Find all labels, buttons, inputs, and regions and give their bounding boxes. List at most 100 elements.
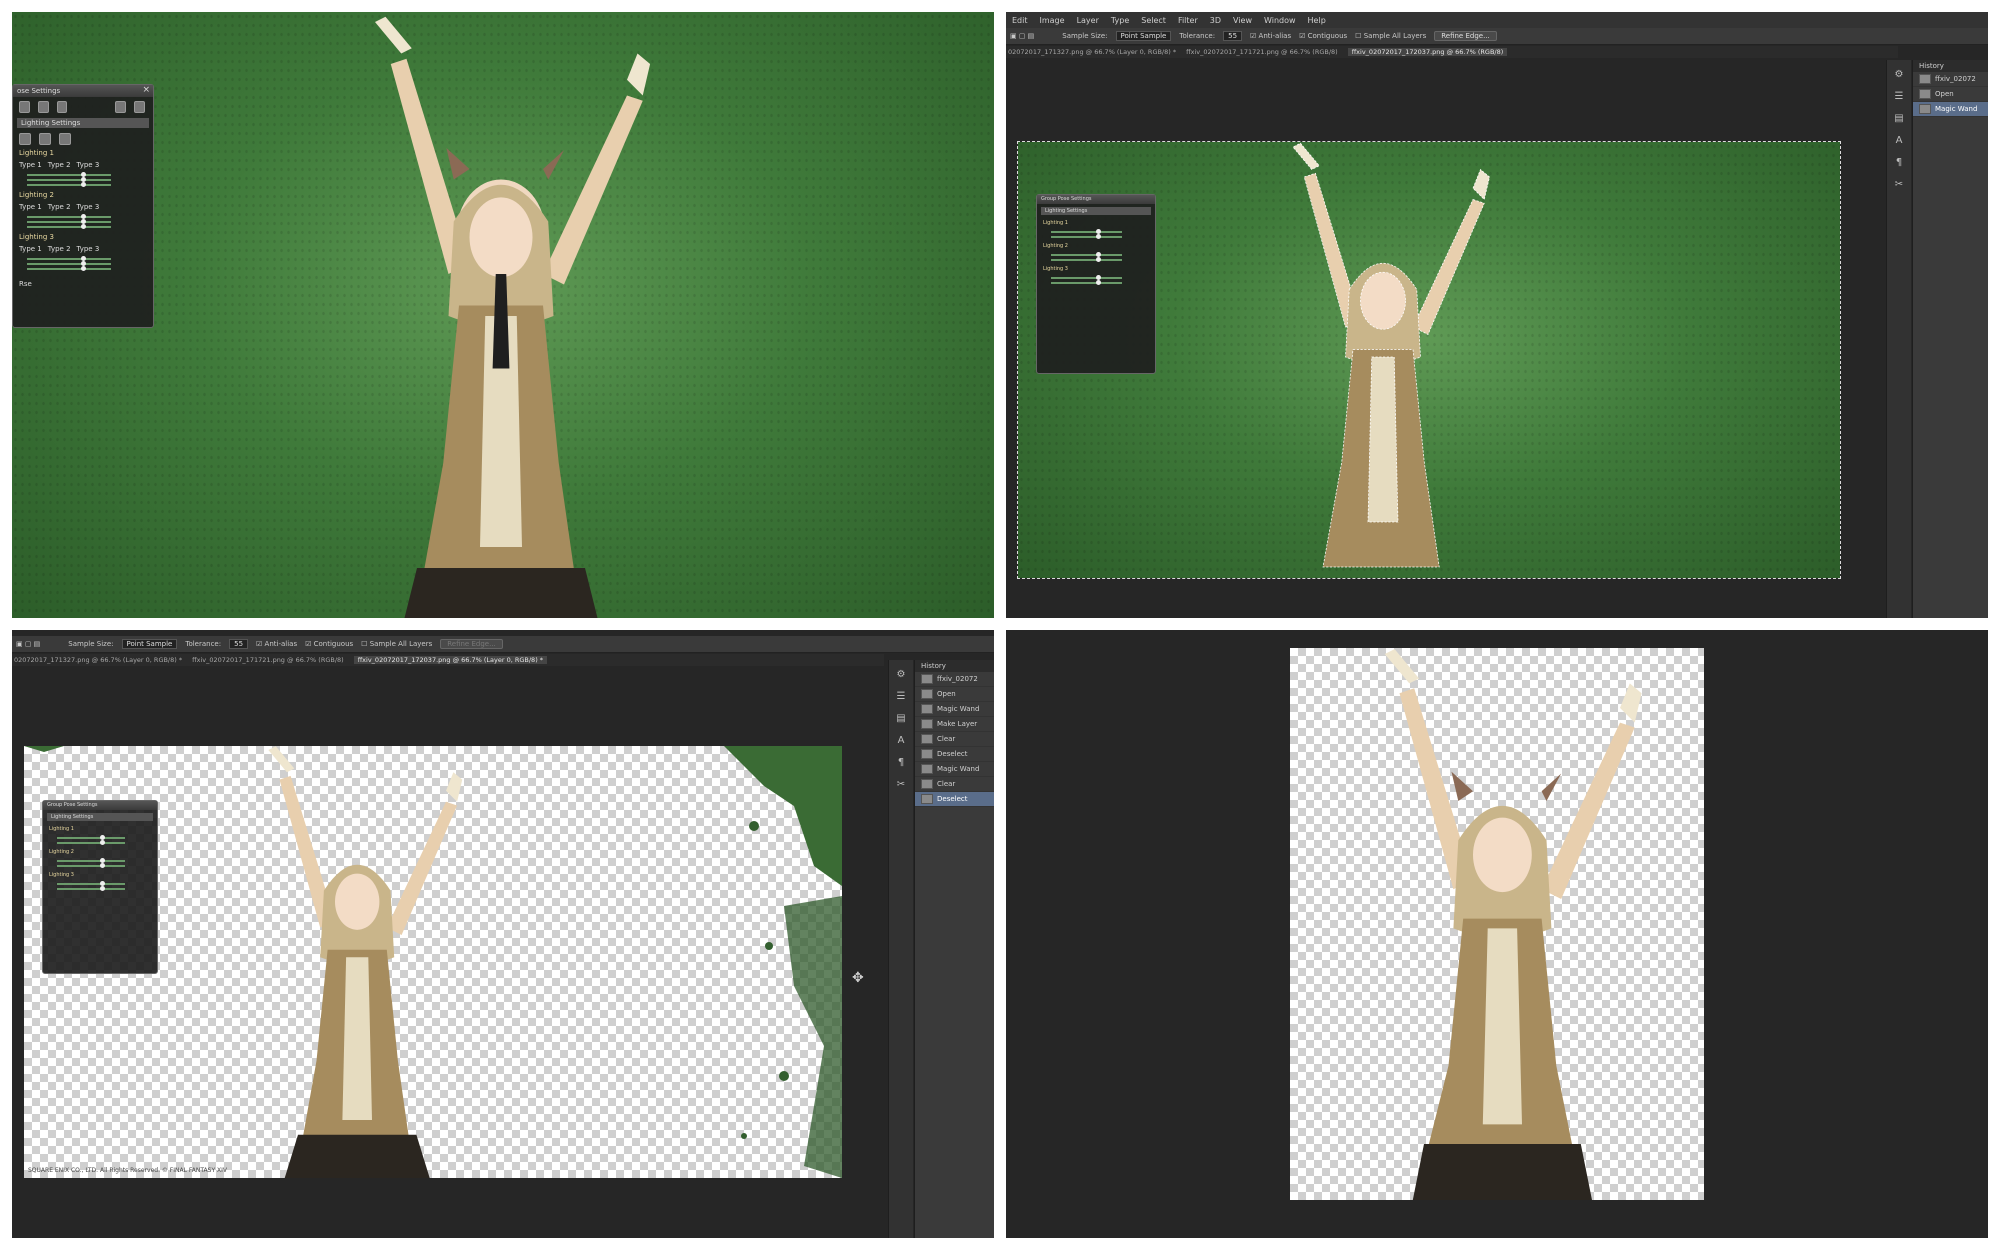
selection-mode-icon[interactable]: ▣ ▢ ▤: [1010, 32, 1034, 40]
menu-edit[interactable]: Edit: [1012, 16, 1028, 25]
menu-image[interactable]: Image: [1040, 16, 1065, 25]
sample-size-select[interactable]: Point Sample: [1115, 31, 1172, 41]
menu-layer[interactable]: Layer: [1077, 16, 1099, 25]
layers-icon[interactable]: ▤: [1892, 112, 1906, 126]
doc-tab-3[interactable]: ffxiv_02072017_172037.png @ 66.7% (RGB/8…: [1347, 48, 1508, 56]
panel-photoshop-selection: Edit Image Layer Type Select Filter 3D V…: [1006, 12, 1988, 618]
history-step[interactable]: Magic Wand: [915, 762, 994, 777]
radio-type-1[interactable]: Type 1: [19, 161, 42, 169]
menu-3d[interactable]: 3D: [1210, 16, 1221, 25]
refine-edge-button[interactable]: Refine Edge...: [440, 639, 503, 649]
close-icon[interactable]: ×: [142, 85, 150, 95]
canvas-transparent[interactable]: Group Pose Settings Lighting Settings Li…: [24, 746, 842, 1178]
character-icon[interactable]: A: [1892, 134, 1906, 148]
history-snapshot[interactable]: ffxiv_02072: [915, 672, 994, 687]
history-step[interactable]: Magic Wand: [915, 702, 994, 717]
group-pose-settings-window[interactable]: ose Settings × Lighting Settings Lightin…: [12, 84, 154, 328]
doc-tab-2[interactable]: ffxiv_02072017_171721.png @ 66.7% (RGB/8…: [192, 656, 344, 664]
character-figure: [375, 16, 651, 618]
doc-tab-1[interactable]: 02072017_171327.png @ 66.7% (Layer 0, RG…: [14, 656, 182, 664]
light-icon-3[interactable]: [59, 133, 71, 145]
radio-type-2[interactable]: Type 2: [48, 203, 71, 211]
pose-icon-3[interactable]: [56, 101, 68, 113]
radio-type-3[interactable]: Type 3: [77, 203, 100, 211]
canvas-green[interactable]: Group Pose Settings Lighting Settings Li…: [1017, 141, 1841, 579]
menu-help[interactable]: Help: [1308, 16, 1326, 25]
paragraph-icon[interactable]: ¶: [1892, 156, 1906, 170]
slider-green[interactable]: [27, 219, 111, 224]
anti-alias-checkbox[interactable]: ☑ Anti-alias: [256, 640, 297, 648]
reset-label[interactable]: Rse: [19, 280, 32, 288]
slider: [57, 881, 126, 886]
sample-all-layers-checkbox[interactable]: ☐ Sample All Layers: [1355, 32, 1426, 40]
menu-window[interactable]: Window: [1264, 16, 1296, 25]
tolerance-input[interactable]: 55: [1223, 31, 1243, 41]
menu-select[interactable]: Select: [1141, 16, 1166, 25]
selection-mode-icon[interactable]: ▣ ▢ ▤: [16, 640, 40, 648]
refine-edge-button[interactable]: Refine Edge...: [1434, 31, 1497, 41]
anti-alias-label: Anti-alias: [264, 640, 298, 648]
panel-tool-strip: ⚙ ☰ ▤ A ¶ ✂: [1886, 60, 1911, 618]
history-brush-icon[interactable]: ⚙: [894, 668, 908, 682]
slider-red[interactable]: [27, 214, 111, 219]
lighting-3-label: Lighting 3: [49, 872, 74, 878]
adjust-icon[interactable]: ☰: [894, 690, 908, 704]
character-icon[interactable]: A: [894, 734, 908, 748]
menu-view[interactable]: View: [1233, 16, 1252, 25]
history-step[interactable]: Deselect: [915, 747, 994, 762]
history-step[interactable]: Clear: [915, 777, 994, 792]
history-step[interactable]: Open: [915, 687, 994, 702]
slider-green[interactable]: [27, 177, 111, 182]
document-icon: [921, 689, 933, 699]
contiguous-checkbox[interactable]: ☑ Contiguous: [305, 640, 353, 648]
doc-tab-3[interactable]: ffxiv_02072017_172037.png @ 66.7% (Layer…: [353, 656, 548, 664]
pose-icon-1[interactable]: [19, 101, 30, 113]
menu-filter[interactable]: Filter: [1178, 16, 1198, 25]
history-brush-icon[interactable]: ⚙: [1892, 68, 1906, 82]
sample-all-layers-checkbox[interactable]: ☐ Sample All Layers: [361, 640, 432, 648]
lighting-1-label: Lighting 1: [49, 826, 74, 832]
history-title: History: [1913, 60, 1988, 72]
history-snapshot[interactable]: ffxiv_02072: [1913, 72, 1988, 87]
slider-red[interactable]: [27, 256, 111, 261]
light-icon-2[interactable]: [39, 133, 51, 145]
document-icon: [921, 794, 933, 804]
canvas-final[interactable]: [1290, 648, 1704, 1200]
radio-type-3[interactable]: Type 3: [77, 161, 100, 169]
history-step[interactable]: Open: [1913, 87, 1988, 102]
history-step-selected[interactable]: Magic Wand: [1913, 102, 1988, 117]
anti-alias-checkbox[interactable]: ☑ Anti-alias: [1250, 32, 1291, 40]
radio-type-3[interactable]: Type 3: [77, 245, 100, 253]
history-step-label: Deselect: [937, 795, 968, 803]
slider-blue[interactable]: [27, 266, 111, 271]
radio-type-1[interactable]: Type 1: [19, 245, 42, 253]
contiguous-checkbox[interactable]: ☑ Contiguous: [1299, 32, 1347, 40]
adjust-icon[interactable]: ☰: [1892, 90, 1906, 104]
reset-icon[interactable]: [134, 101, 145, 113]
history-step[interactable]: Clear: [915, 732, 994, 747]
light-icon-1[interactable]: [19, 133, 31, 145]
history-step-selected[interactable]: Deselect: [915, 792, 994, 807]
paragraph-icon[interactable]: ¶: [894, 756, 908, 770]
tolerance-input[interactable]: 55: [229, 639, 249, 649]
slider-red[interactable]: [27, 172, 111, 177]
refresh-icon[interactable]: [115, 101, 127, 113]
slider-green[interactable]: [27, 261, 111, 266]
contiguous-label: Contiguous: [1307, 32, 1348, 40]
slider-blue[interactable]: [27, 224, 111, 229]
slider: [57, 858, 126, 863]
radio-type-2[interactable]: Type 2: [48, 161, 71, 169]
tools-icon[interactable]: ✂: [1892, 178, 1906, 192]
radio-type-2[interactable]: Type 2: [48, 245, 71, 253]
menu-type[interactable]: Type: [1111, 16, 1129, 25]
radio-type-1[interactable]: Type 1: [19, 203, 42, 211]
sample-size-select[interactable]: Point Sample: [121, 639, 178, 649]
doc-tab-2[interactable]: ffxiv_02072017_171721.png @ 66.7% (RGB/8…: [1186, 48, 1338, 56]
history-step[interactable]: Make Layer: [915, 717, 994, 732]
history-panel: History ffxiv_02072 Open Magic Wand Make…: [914, 660, 994, 1238]
pose-icon-2[interactable]: [37, 101, 49, 113]
slider-blue[interactable]: [27, 182, 111, 187]
layers-icon[interactable]: ▤: [894, 712, 908, 726]
tools-icon[interactable]: ✂: [894, 778, 908, 792]
doc-tab-1[interactable]: 02072017_171327.png @ 66.7% (Layer 0, RG…: [1008, 48, 1176, 56]
